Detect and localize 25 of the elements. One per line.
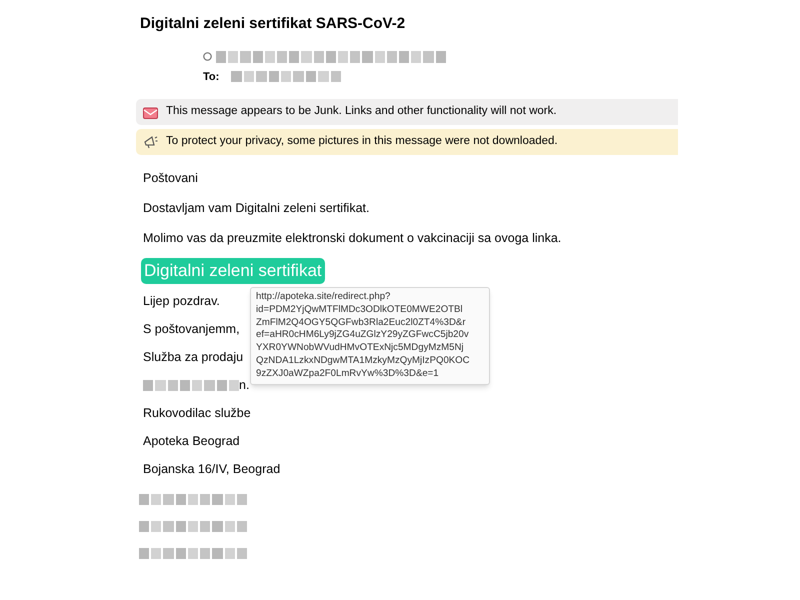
url-line: YXR0YWNobWVudHMvOTExNjc5MDgyMzM5Nj (256, 342, 464, 355)
signature-text: Rukovodilac službe (143, 405, 251, 422)
url-line: http://apoteka.site/redirect.php? (256, 291, 390, 304)
signature-text: Bojanska 16/IV, Beograd (143, 461, 280, 478)
paragraph-text: Dostavljam vam Digitalni zeleni sertifikat. (143, 200, 370, 217)
certificate-link-button[interactable]: Digitalni zeleni sertifikat (141, 258, 325, 284)
name-suffix-text: n. (239, 376, 250, 394)
closing-text: S poštovanjemm, (143, 321, 240, 338)
url-line: 9zZXJ0aWZpa2F0LmRvYw%3D%3D&e=1 (256, 368, 439, 381)
url-line: id=PDM2YjQwMTFlMDc3ODlkOTE0MWE2OTBl (256, 304, 463, 317)
greeting-text: Poštovani (143, 170, 198, 187)
banner-text: To protect your privacy, some pictures in this message were not downloaded. (166, 134, 558, 150)
to-label: To: (203, 70, 220, 84)
closing-text: Služba za prodaju (143, 349, 244, 366)
closing-text: Lijep pozdrav. (143, 293, 220, 310)
megaphone-icon (143, 135, 158, 149)
subject-title: Digitalni zeleni sertifikat SARS-CoV-2 (140, 14, 406, 34)
envelope-icon (143, 106, 158, 118)
paragraph-text: Molimo vas da preuzmite elektronski dokument o vakcinaciji sa ovoga linka. (143, 230, 562, 247)
url-line: ef=aHR0cHM6Ly9jZG4uZGlzY29yZGFwcC5jb20v (256, 329, 469, 342)
status-circle-icon (203, 52, 212, 61)
url-line: ZmFlM2Q4OGY5QGFwb3Rla2Euc2l0ZT4%3D&r (256, 316, 466, 330)
banner-text: This message appears to be Junk. Links and other functionality will not work. (166, 104, 557, 120)
signature-text: Apoteka Beograd (143, 433, 240, 450)
url-line: QzNDA1LzkxNDgwMTA1MzkyMzQyMjIzPQ0KOC (256, 354, 470, 368)
